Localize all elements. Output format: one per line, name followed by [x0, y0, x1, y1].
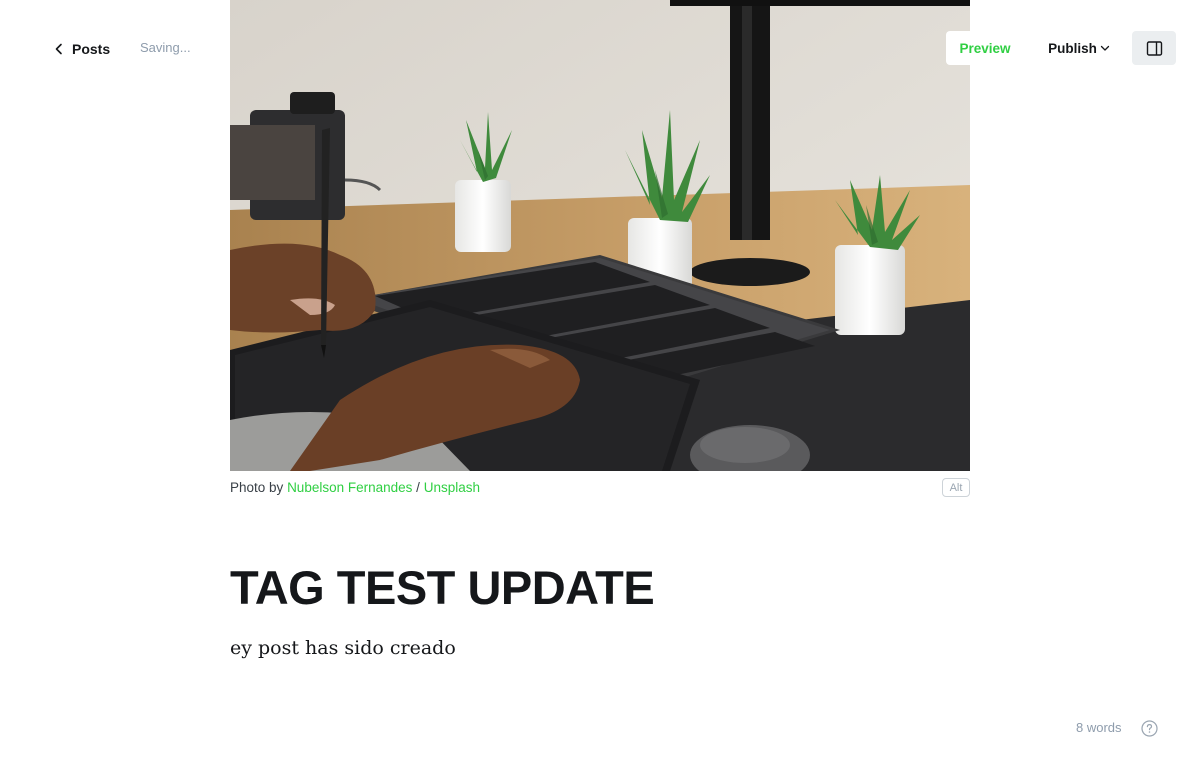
sidebar-panel-icon [1146, 40, 1162, 56]
help-question-icon[interactable] [1141, 720, 1158, 737]
caption-prefix: Photo by [230, 480, 284, 495]
save-status: Saving... [140, 40, 191, 55]
post-body-editor[interactable]: ey post has sido creado [230, 634, 456, 662]
preview-button[interactable]: Preview [946, 31, 1024, 65]
back-to-posts-link[interactable]: Posts [52, 38, 110, 60]
chevron-left-icon [55, 43, 62, 55]
caption-source-link[interactable]: Unsplash [424, 480, 480, 495]
feature-photo-desk-keyboard [230, 0, 970, 471]
post-title[interactable]: TAG TEST UPDATE [230, 560, 655, 616]
settings-sidebar-toggle[interactable] [1132, 31, 1176, 65]
back-label: Posts [72, 41, 111, 57]
publish-dropdown-button[interactable]: Publish [1040, 31, 1118, 65]
feature-image-caption[interactable]: Photo by Nubelson Fernandes / Unsplash [230, 480, 480, 495]
caption-author-link[interactable]: Nubelson Fernandes [287, 480, 412, 495]
chevron-down-icon [1100, 45, 1110, 51]
feature-image[interactable] [230, 0, 970, 471]
alt-text-button[interactable]: Alt [942, 478, 970, 497]
caption-separator: / [416, 480, 420, 495]
publish-label: Publish [1048, 40, 1097, 56]
word-count: 8 words [1076, 720, 1122, 735]
